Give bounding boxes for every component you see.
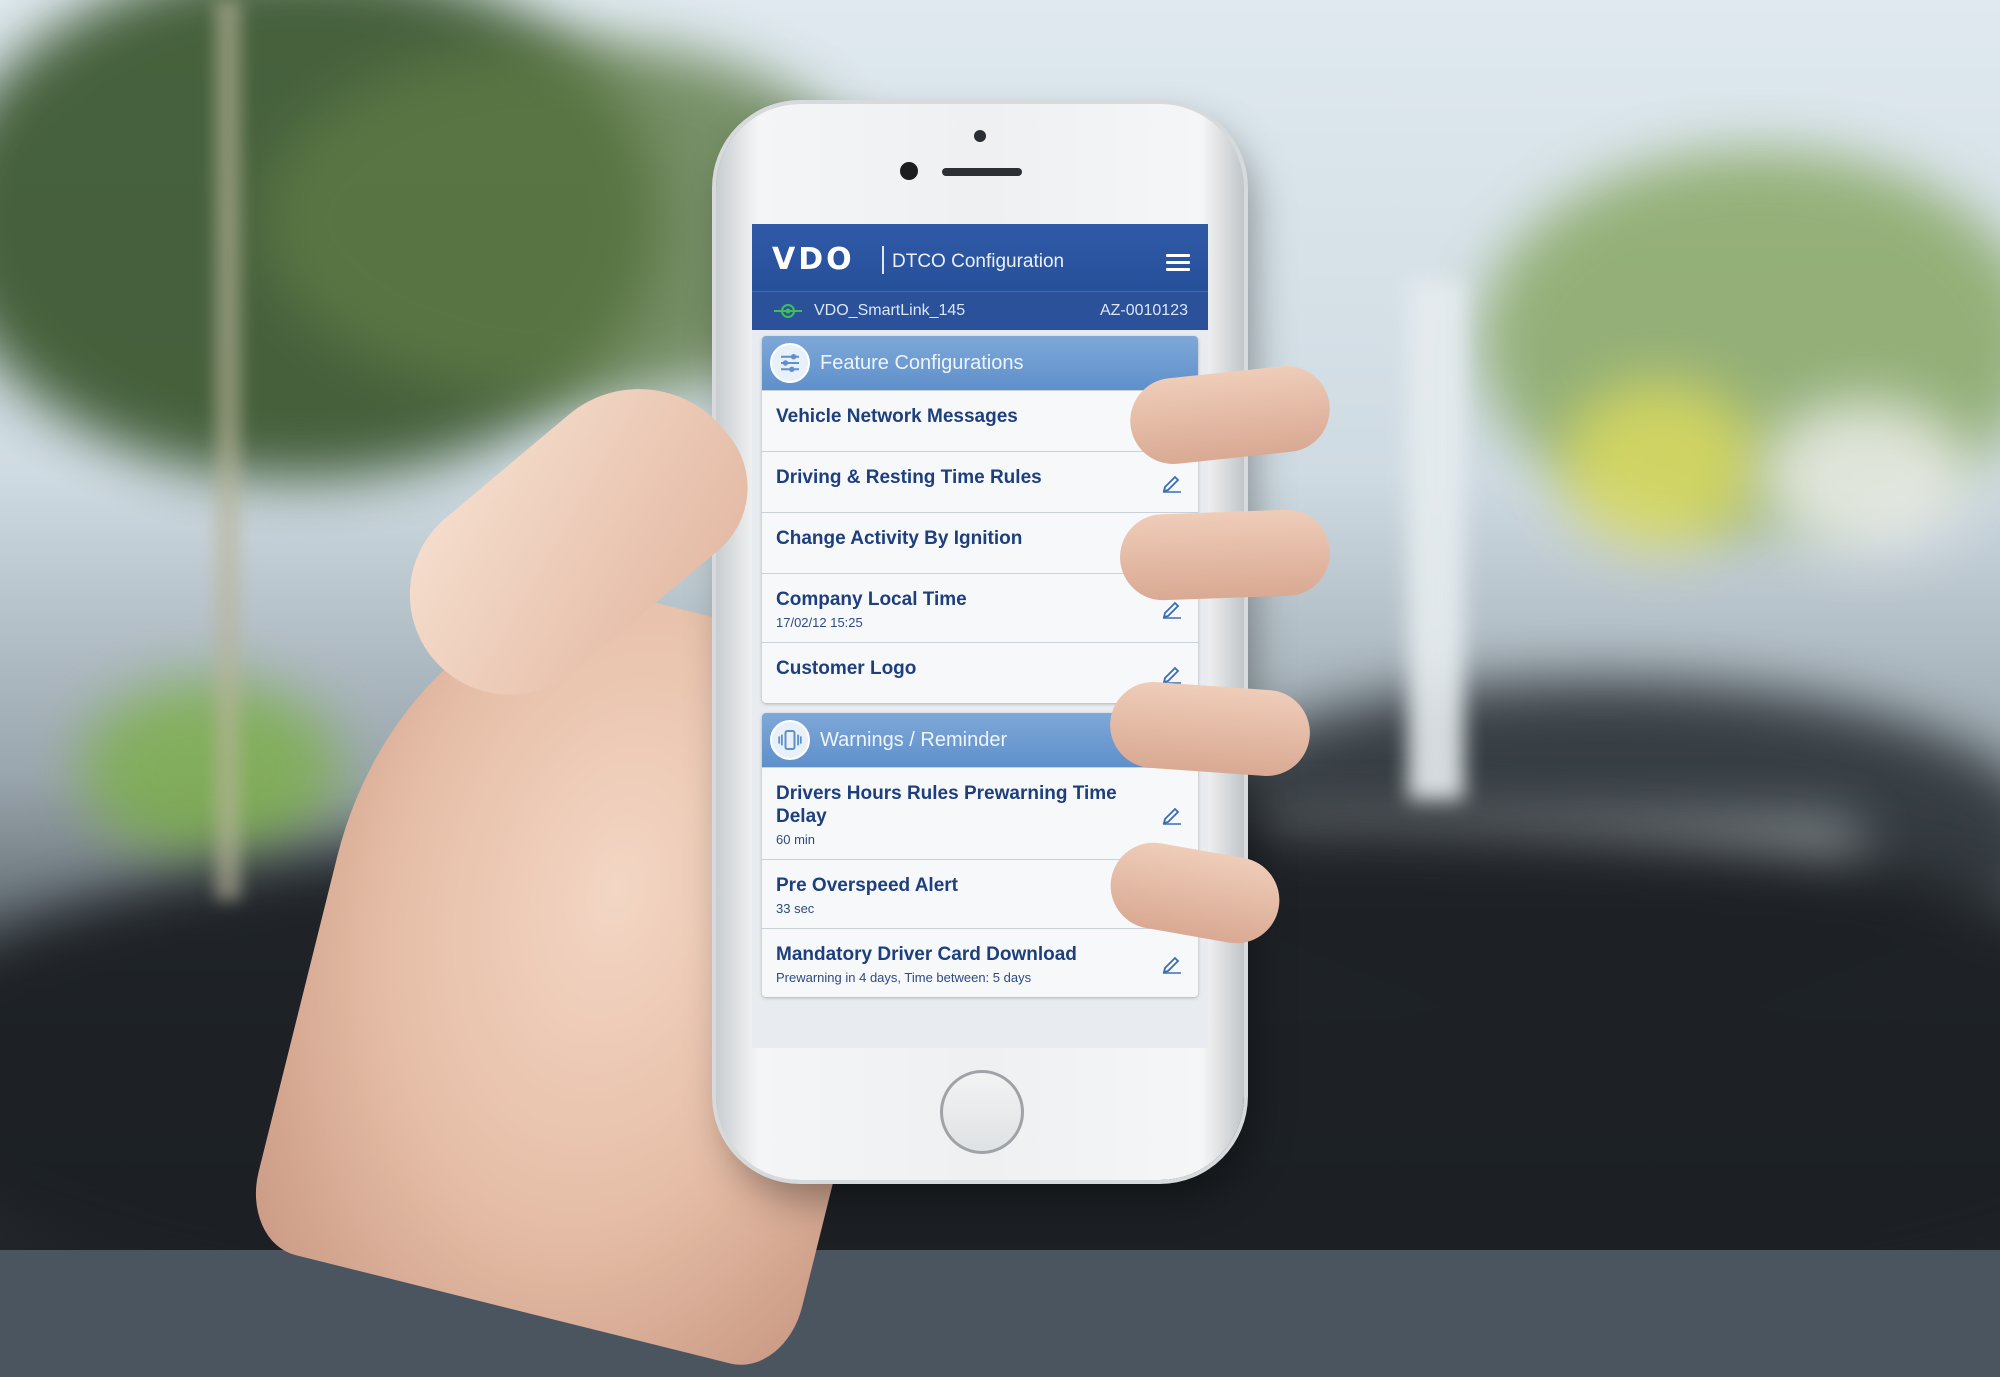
hamburger-menu-icon[interactable] [1166, 254, 1190, 272]
row-title: Driving & Resting Time Rules [776, 467, 1042, 488]
row-subtitle: 33 sec [776, 901, 815, 916]
row-title: Drivers Hours Rules Prewarning Time Dela… [776, 783, 1117, 827]
row-title: Mandatory Driver Card Download [776, 944, 1077, 965]
row-subtitle: Prewarning in 4 days, Time between: 5 da… [776, 970, 1032, 985]
row-drivers-hours-prewarning[interactable]: Drivers Hours Rules Prewarning Time Dela… [762, 767, 1198, 859]
edit-pencil-icon[interactable] [1160, 951, 1184, 975]
vibrate-phone-icon [770, 720, 810, 760]
edit-pencil-icon[interactable] [1160, 661, 1184, 685]
sliders-icon [770, 343, 810, 383]
feature-configurations-header: Feature Configurations [762, 336, 1198, 390]
app-title: DTCO Configuration [892, 251, 1065, 272]
proximity-sensor [974, 130, 986, 142]
row-mandatory-driver-card-download[interactable]: Mandatory Driver Card Download Prewarnin… [762, 928, 1198, 997]
row-subtitle: 60 min [776, 832, 816, 847]
row-driving-resting-time-rules[interactable]: Driving & Resting Time Rules [762, 451, 1198, 512]
row-title: Vehicle Network Messages [776, 406, 1018, 427]
smartphone: VDO DTCO Configuration VDO_SmartLink_145… [716, 104, 1244, 1180]
finger [1107, 679, 1313, 779]
finger [1118, 508, 1332, 602]
row-subtitle: 17/02/12 15:25 [776, 615, 863, 630]
feature-configurations-title: Feature Configurations [820, 352, 1024, 374]
vdo-logo: VDO [772, 242, 855, 277]
row-title: Customer Logo [776, 658, 917, 679]
bluetooth-link-icon [774, 304, 802, 318]
app-header: VDO DTCO Configuration VDO_SmartLink_145… [752, 224, 1208, 330]
warnings-reminder-title: Warnings / Reminder [820, 729, 1008, 751]
front-camera [900, 162, 918, 180]
edit-pencil-icon[interactable] [1160, 470, 1184, 494]
earpiece-speaker [942, 168, 1022, 176]
header-divider [882, 246, 884, 274]
home-button[interactable] [940, 1070, 1024, 1154]
connection-bar: VDO_SmartLink_145 AZ-0010123 [752, 291, 1208, 330]
device-name: VDO_SmartLink_145 [814, 302, 966, 319]
edit-pencil-icon[interactable] [1160, 802, 1184, 826]
row-title: Change Activity By Ignition [776, 528, 1023, 549]
row-title: Pre Overspeed Alert [776, 875, 958, 896]
row-title: Company Local Time [776, 589, 967, 610]
feature-configurations-card: Feature Configurations Vehicle Network M… [762, 336, 1198, 703]
device-serial: AZ-0010123 [1099, 302, 1188, 319]
